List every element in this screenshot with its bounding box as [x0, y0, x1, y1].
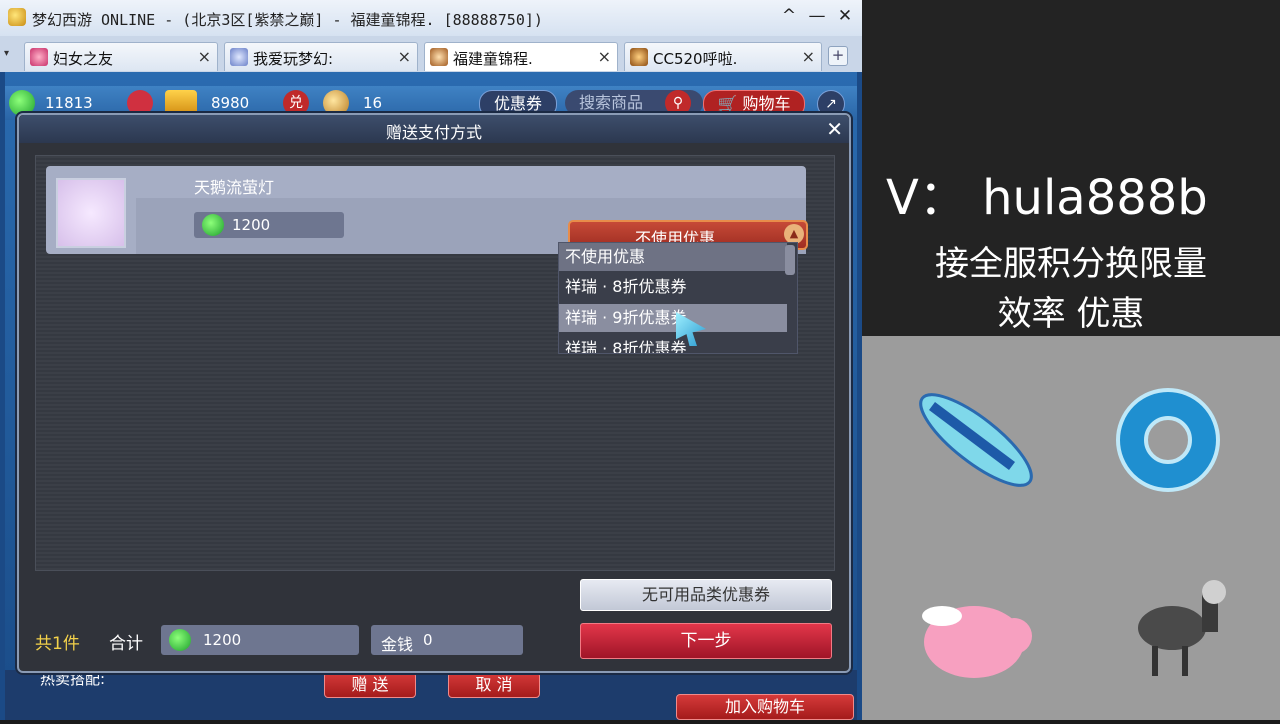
tab-2[interactable]: 我爱玩梦幻: ×: [224, 42, 418, 71]
avatar-icon: [430, 48, 448, 66]
item-gallery: [862, 336, 1280, 720]
tab-menu-icon[interactable]: ▾: [4, 48, 18, 62]
tab-1[interactable]: 妇女之友 ×: [24, 42, 218, 71]
tab-close-icon[interactable]: ×: [598, 47, 611, 66]
tab-label: 妇女之友: [53, 50, 114, 68]
payment-dialog: 赠送支付方式 ✕ 天鹅流萤灯 1200 不使用优惠 ▲ 无可用品类优惠券 共1件…: [17, 113, 851, 673]
tab-close-icon[interactable]: ×: [398, 47, 411, 66]
item-panel: 天鹅流萤灯 1200 不使用优惠 ▲: [35, 155, 835, 571]
title-bar: 梦幻西游 ONLINE - (北京3区[紫禁之巅] - 福建童锦程. [8888…: [0, 0, 862, 36]
tab-bar: ▾ 妇女之友 × 我爱玩梦幻: × 福建童锦程. × CC520呼啦. × +: [0, 36, 862, 72]
total-value: 1200: [203, 631, 242, 649]
close-button[interactable]: ✕: [836, 6, 854, 26]
tab-label: 福建童锦程.: [453, 50, 533, 68]
ticket-count: 16: [363, 94, 383, 112]
jade-balance: 11813: [45, 94, 93, 112]
item-name: 天鹅流萤灯: [194, 178, 275, 197]
avatar-icon: [630, 48, 648, 66]
discount-option[interactable]: 祥瑞 · 9折优惠券: [559, 304, 787, 332]
contact-text: V： hula888b: [886, 170, 1208, 226]
swim-ring-icon: [1116, 388, 1220, 492]
surfboard-icon: [919, 393, 1033, 487]
window-title: 梦幻西游 ONLINE - (北京3区[紫禁之巅] - 福建童锦程. [8888…: [32, 11, 543, 29]
total-label: 合计: [109, 634, 143, 654]
category-coupon-button[interactable]: 无可用品类优惠券: [580, 579, 832, 611]
flying-pig-icon: [922, 606, 1032, 678]
window-controls: ^ — ✕: [780, 6, 854, 26]
discount-option[interactable]: 不使用优惠: [559, 243, 787, 271]
gold-box: 金钱 0: [371, 625, 523, 655]
item-price: 1200: [194, 212, 344, 238]
dialog-title: 赠送支付方式: [385, 123, 482, 142]
tab-4[interactable]: CC520呼啦. ×: [624, 42, 822, 71]
jade-coin-icon: [169, 629, 191, 651]
tab-close-icon[interactable]: ×: [802, 47, 815, 66]
gift-button[interactable]: 赠 送: [324, 672, 416, 698]
dialog-header: 赠送支付方式 ✕: [19, 115, 849, 143]
item-row: 天鹅流萤灯 1200 不使用优惠 ▲: [46, 166, 808, 254]
next-step-button[interactable]: 下一步: [580, 623, 832, 659]
gallery-art: [919, 388, 1226, 678]
add-to-cart-button[interactable]: 加入购物车: [676, 694, 854, 720]
tab-close-icon[interactable]: ×: [198, 47, 211, 66]
ad-line-2: 效率 优惠: [997, 294, 1145, 334]
item-price-value: 1200: [232, 216, 271, 234]
avatar-icon: [30, 48, 48, 66]
ad-panel: V： hula888b 接全服积分换限量 效率 优惠: [862, 0, 1280, 336]
jade-coin-icon: [202, 214, 224, 236]
tab-label: CC520呼啦.: [653, 50, 738, 68]
restore-button[interactable]: ^: [780, 6, 798, 26]
new-tab-button[interactable]: +: [828, 46, 848, 66]
discount-option[interactable]: 祥瑞 · 8折优惠券: [559, 335, 787, 353]
item-count: 共1件: [35, 634, 80, 654]
tab-3[interactable]: 福建童锦程. ×: [424, 42, 618, 71]
cancel-button[interactable]: 取 消: [448, 672, 540, 698]
lantern-item-icon[interactable]: [56, 178, 126, 248]
app-shield-icon: [8, 8, 26, 26]
total-box: 1200: [161, 625, 359, 655]
ad-line-1: 接全服积分换限量: [935, 244, 1207, 284]
cart-icon: 🛒: [717, 94, 738, 113]
tab-label: 我爱玩梦幻:: [253, 50, 334, 68]
points-balance: 8980: [211, 94, 250, 112]
dropdown-scrollbar[interactable]: [785, 245, 795, 275]
gold-label: 金钱: [381, 635, 414, 654]
discount-option[interactable]: 祥瑞 · 8折优惠券: [559, 273, 787, 301]
chevron-up-icon[interactable]: ▲: [784, 224, 804, 244]
minimize-button[interactable]: —: [808, 6, 826, 26]
avatar-icon: [230, 48, 248, 66]
dialog-close-icon[interactable]: ✕: [826, 117, 843, 141]
donkey-icon: [1138, 580, 1226, 676]
cart-label: 购物车: [742, 94, 791, 113]
gold-value: 0: [423, 631, 433, 649]
